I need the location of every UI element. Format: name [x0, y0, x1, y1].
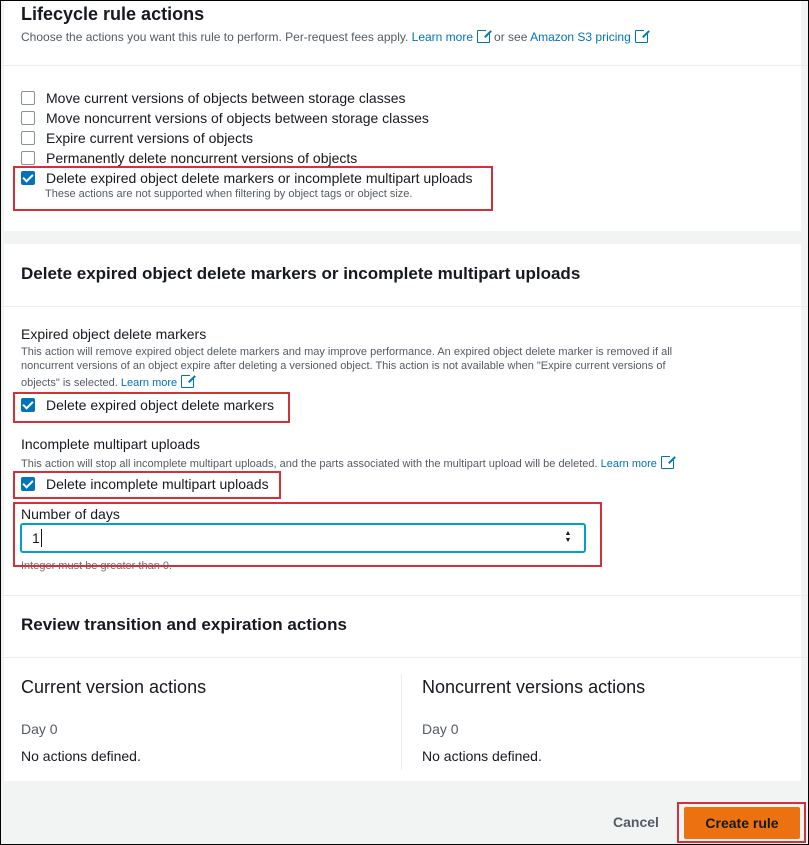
divider [1, 306, 808, 307]
highlight-box [677, 802, 806, 843]
option-label: Expire current versions of objects [46, 130, 253, 146]
external-link-icon [477, 28, 493, 43]
checkbox[interactable] [21, 111, 35, 125]
option-expire-current[interactable]: Expire current versions of objects [21, 130, 253, 146]
lifecycle-desc-text: Choose the actions you want this rule to… [21, 30, 409, 44]
divider [1, 65, 808, 66]
current-no-actions: No actions defined. [21, 748, 141, 764]
markers-heading: Expired object delete markers [21, 326, 207, 342]
option-delete-noncurrent[interactable]: Permanently delete noncurrent versions o… [21, 150, 357, 166]
external-link-icon [181, 373, 197, 388]
markers-desc-2: noncurrent versions of an object expire … [21, 360, 666, 372]
divider [1, 657, 808, 658]
option-move-noncurrent[interactable]: Move noncurrent versions of objects betw… [21, 110, 429, 126]
delete-section-title: Delete expired object delete markers or … [21, 264, 581, 283]
noncurrent-day: Day 0 [422, 721, 459, 737]
current-actions-heading: Current version actions [21, 677, 207, 697]
multipart-heading: Incomplete multipart uploads [21, 436, 200, 452]
option-label: Move noncurrent versions of objects betw… [46, 110, 429, 126]
option-move-current[interactable]: Move current versions of objects between… [21, 90, 406, 106]
cancel-button[interactable]: Cancel [613, 814, 659, 830]
or-see-text: or see [494, 30, 528, 44]
noncurrent-actions-heading: Noncurrent versions actions [422, 677, 646, 697]
highlight-box [13, 166, 493, 211]
external-link-icon [660, 454, 676, 469]
s3-pricing-link[interactable]: Amazon S3 pricing [530, 30, 631, 44]
highlight-box [13, 502, 602, 567]
external-link-icon [634, 28, 650, 43]
learn-more-link[interactable]: Learn more [412, 30, 473, 44]
page-frame: Lifecycle rule actions Choose the action… [0, 0, 809, 845]
current-day: Day 0 [21, 721, 58, 737]
learn-more-link[interactable]: Learn more [121, 377, 177, 389]
divider [1, 595, 808, 596]
lifecycle-description: Choose the actions you want this rule to… [21, 28, 652, 44]
option-label: Permanently delete noncurrent versions o… [46, 150, 358, 166]
highlight-box [13, 471, 281, 499]
learn-more-link[interactable]: Learn more [601, 458, 657, 470]
highlight-box [13, 392, 290, 423]
checkbox[interactable] [21, 151, 35, 165]
multipart-desc: This action will stop all incomplete mul… [21, 454, 678, 470]
noncurrent-no-actions: No actions defined. [422, 748, 542, 764]
markers-desc-3: objects" is selected. Learn more [21, 373, 198, 389]
markers-desc-3-text: objects" is selected. [21, 377, 118, 389]
checkbox[interactable] [21, 131, 35, 145]
multipart-desc-text: This action will stop all incomplete mul… [21, 458, 598, 470]
markers-desc-1: This action will remove expired object d… [21, 346, 673, 358]
lifecycle-title: Lifecycle rule actions [21, 4, 205, 24]
column-divider [401, 675, 402, 770]
option-label: Move current versions of objects between… [46, 90, 406, 106]
review-title: Review transition and expiration actions [21, 615, 347, 634]
checkbox[interactable] [21, 91, 35, 105]
